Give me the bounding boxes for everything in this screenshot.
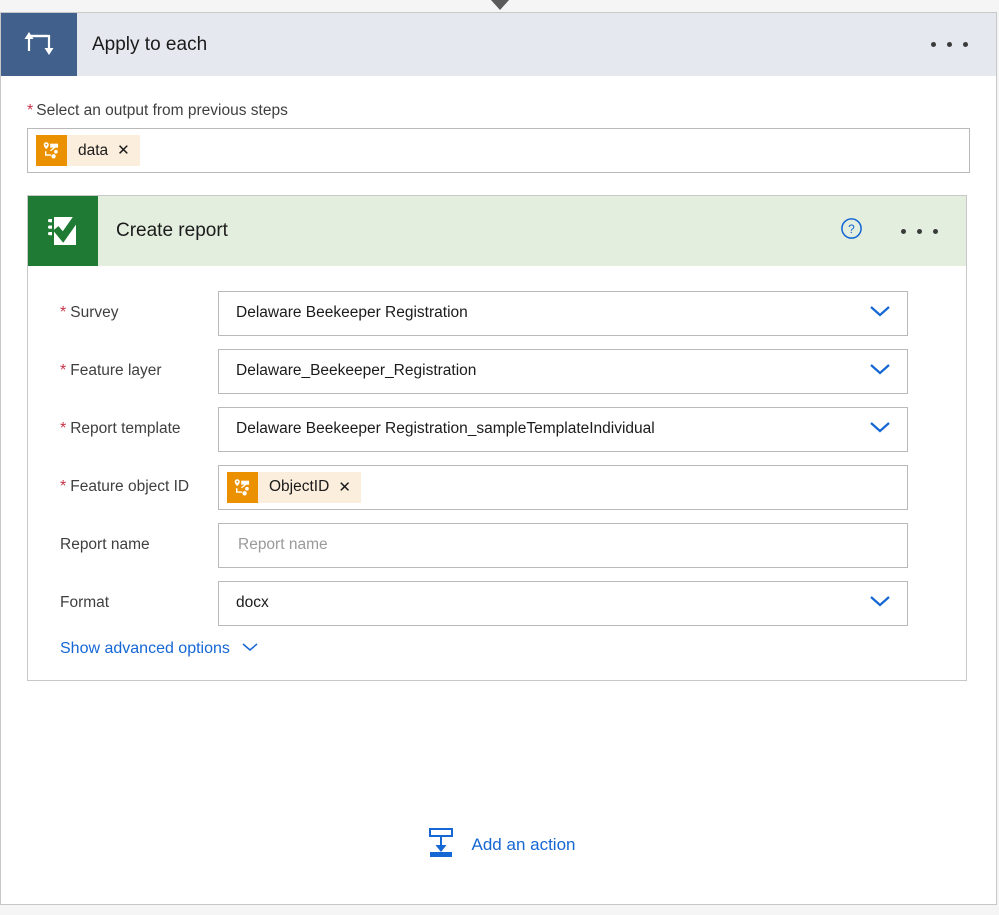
report-template-value: Delaware Beekeeper Registration_sampleTe…	[236, 420, 655, 438]
add-action-icon	[424, 825, 458, 864]
show-advanced-options-label: Show advanced options	[60, 640, 230, 658]
field-row-feature-layer: * Feature layer Delaware_Beekeeper_Regis…	[28, 342, 966, 400]
survey-select[interactable]: Delaware Beekeeper Registration	[218, 291, 908, 336]
field-row-format: Format docx	[28, 574, 966, 632]
required-asterisk: *	[60, 420, 66, 438]
create-report-form: * Survey Delaware Beekeeper Registration	[28, 266, 966, 680]
report-name-field[interactable]	[218, 523, 908, 568]
chevron-down-icon	[867, 593, 893, 614]
arcgis-token-icon	[227, 472, 258, 503]
svg-text:?: ?	[848, 222, 855, 236]
add-an-action-button[interactable]: Add an action	[1, 825, 998, 864]
control-survey: Delaware Beekeeper Registration	[218, 291, 908, 336]
control-report-name	[218, 523, 908, 568]
feature-layer-value: Delaware_Beekeeper_Registration	[236, 362, 476, 380]
apply-to-each-menu-button[interactable]	[931, 13, 996, 76]
create-report-title: Create report	[98, 196, 840, 266]
control-feature-object-id: ObjectID ✕	[218, 465, 908, 510]
arcgis-token-icon	[36, 135, 67, 166]
show-advanced-options-link[interactable]: Show advanced options	[60, 640, 260, 658]
field-row-report-template: * Report template Delaware Beekeeper Reg…	[28, 400, 966, 458]
feature-layer-select[interactable]: Delaware_Beekeeper_Registration	[218, 349, 908, 394]
create-report-header[interactable]: Create report ?	[28, 196, 966, 266]
apply-to-each-title: Apply to each	[77, 13, 931, 76]
loop-input-label-text: Select an output from previous steps	[36, 102, 288, 120]
flow-connector-arrow	[0, 0, 999, 12]
ellipsis-icon	[931, 42, 968, 47]
label-text: Report name	[60, 536, 150, 554]
chevron-down-icon	[867, 361, 893, 382]
token-label: ObjectID	[258, 478, 338, 496]
control-report-template: Delaware Beekeeper Registration_sampleTe…	[218, 407, 908, 452]
loop-icon	[1, 13, 77, 76]
help-circle-icon[interactable]: ?	[840, 217, 863, 245]
label-text: Report template	[70, 420, 180, 438]
label-text: Format	[60, 594, 109, 612]
label-text: Survey	[70, 304, 118, 322]
label-format: Format	[28, 594, 218, 612]
dynamic-content-token[interactable]: data ✕	[36, 135, 140, 166]
flow-designer-canvas: Apply to each * Select an output from pr…	[0, 0, 999, 915]
add-an-action-label: Add an action	[472, 835, 576, 855]
feature-object-id-field[interactable]: ObjectID ✕	[218, 465, 908, 510]
control-format: docx	[218, 581, 908, 626]
create-report-header-tools: ?	[840, 196, 966, 266]
remove-token-icon[interactable]: ✕	[338, 480, 351, 495]
label-report-name: Report name	[28, 536, 218, 554]
label-report-template: * Report template	[28, 420, 218, 438]
chevron-down-icon	[240, 640, 260, 658]
report-template-select[interactable]: Delaware Beekeeper Registration_sampleTe…	[218, 407, 908, 452]
field-row-feature-object-id: * Feature object ID	[28, 458, 966, 516]
label-survey: * Survey	[28, 304, 218, 322]
token-label: data	[67, 142, 117, 160]
label-text: Feature layer	[70, 362, 161, 380]
field-row-report-name: Report name	[28, 516, 966, 574]
ellipsis-icon	[901, 229, 938, 234]
format-value: docx	[236, 594, 269, 612]
loop-input-label: * Select an output from previous steps	[27, 102, 970, 120]
apply-to-each-body: * Select an output from previous steps	[1, 76, 996, 681]
field-row-survey: * Survey Delaware Beekeeper Registration	[28, 284, 966, 342]
loop-input-field[interactable]: data ✕	[27, 128, 970, 173]
apply-to-each-card: Apply to each * Select an output from pr…	[0, 12, 997, 905]
required-asterisk: *	[60, 478, 66, 496]
create-report-action-card: Create report ?	[27, 195, 967, 681]
survey123-icon	[28, 196, 98, 266]
label-feature-layer: * Feature layer	[28, 362, 218, 380]
chevron-down-icon	[867, 419, 893, 440]
required-asterisk: *	[27, 102, 33, 120]
chevron-down-icon	[867, 303, 893, 324]
format-select[interactable]: docx	[218, 581, 908, 626]
control-feature-layer: Delaware_Beekeeper_Registration	[218, 349, 908, 394]
required-asterisk: *	[60, 304, 66, 322]
report-name-input[interactable]	[236, 535, 890, 555]
create-report-menu-button[interactable]	[901, 229, 938, 234]
apply-to-each-header[interactable]: Apply to each	[1, 13, 996, 76]
survey-value: Delaware Beekeeper Registration	[236, 304, 468, 322]
remove-token-icon[interactable]: ✕	[117, 143, 130, 158]
label-feature-object-id: * Feature object ID	[28, 478, 218, 496]
dynamic-content-token[interactable]: ObjectID ✕	[227, 472, 361, 503]
label-text: Feature object ID	[70, 478, 189, 496]
required-asterisk: *	[60, 362, 66, 380]
